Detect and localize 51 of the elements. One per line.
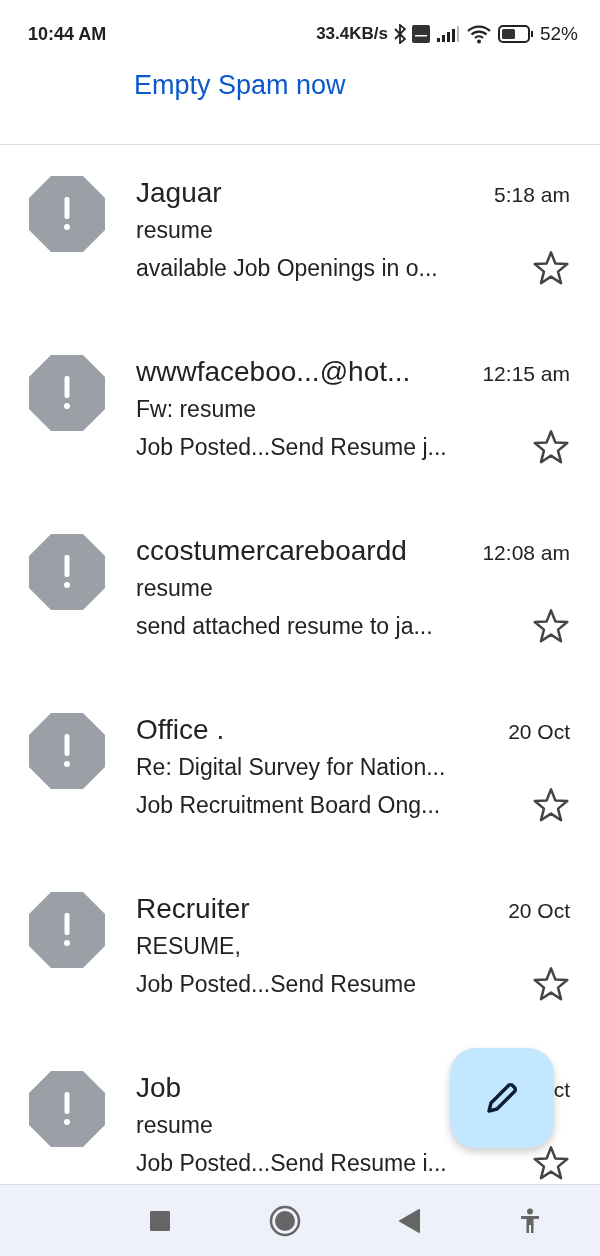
back-icon[interactable] — [399, 1208, 421, 1233]
message-subject: resume — [136, 575, 214, 602]
message-time: 12:15 am — [482, 362, 570, 386]
spam-warning-icon — [28, 1070, 106, 1148]
message-snippet: Job Posted...Send Resume — [136, 970, 416, 998]
star-icon[interactable] — [532, 787, 570, 823]
sender-name: ccostumercareboardd — [136, 535, 407, 567]
spam-warning-icon — [28, 891, 106, 969]
spam-warning-icon — [28, 354, 106, 432]
sender-name: Office . — [136, 714, 225, 746]
message-time: 12:08 am — [482, 541, 570, 565]
network-speed: 33.4KB/s — [316, 24, 388, 44]
message-subject: resume — [136, 217, 214, 244]
recents-icon[interactable] — [149, 1209, 171, 1232]
status-time: 10:44 AM — [28, 23, 107, 45]
message-snippet: send attached resume to ja... — [136, 612, 433, 640]
compose-button[interactable] — [450, 1048, 554, 1148]
battery-icon — [497, 25, 534, 43]
pencil-icon — [484, 1080, 520, 1116]
battery-percent: 52% — [539, 23, 578, 45]
message-time: 20 Oct — [508, 899, 570, 923]
message-snippet: available Job Openings in o... — [136, 254, 438, 282]
message-snippet: Job Recruitment Board Ong... — [136, 791, 441, 819]
signal-icon — [435, 25, 460, 43]
star-icon[interactable] — [532, 608, 570, 644]
message-subject: Re: Digital Survey for Nation... — [136, 754, 447, 781]
sender-name: Recruiter — [136, 893, 250, 925]
message-snippet: Job Posted...Send Resume j... — [136, 433, 447, 461]
volte-icon — [411, 25, 430, 43]
message-subject: Fw: resume — [136, 396, 258, 423]
star-icon[interactable] — [532, 1145, 570, 1181]
sender-name: Jaguar — [136, 177, 222, 209]
accessibility-icon[interactable] — [519, 1207, 541, 1234]
spam-warning-icon — [28, 533, 106, 611]
home-icon[interactable] — [269, 1204, 301, 1237]
wifi-icon — [465, 24, 492, 44]
bluetooth-icon — [393, 24, 406, 44]
message-snippet: Job Posted...Send Resume i... — [136, 1149, 447, 1177]
star-icon[interactable] — [532, 429, 570, 465]
spam-warning-icon — [28, 712, 106, 790]
empty-spam-link[interactable]: Empty Spam now — [134, 70, 346, 101]
spam-warning-icon — [28, 175, 106, 253]
sender-name: wwwfaceboo...@hot... — [136, 356, 411, 388]
star-icon[interactable] — [532, 966, 570, 1002]
message-time: 20 Oct — [508, 720, 570, 744]
message-time: ct — [553, 1078, 570, 1102]
star-icon[interactable] — [532, 250, 570, 286]
message-subject: resume — [136, 1112, 214, 1139]
message-time: 5:18 am — [494, 183, 570, 207]
message-subject: RESUME, — [136, 933, 242, 960]
sender-name: Job — [136, 1072, 182, 1104]
